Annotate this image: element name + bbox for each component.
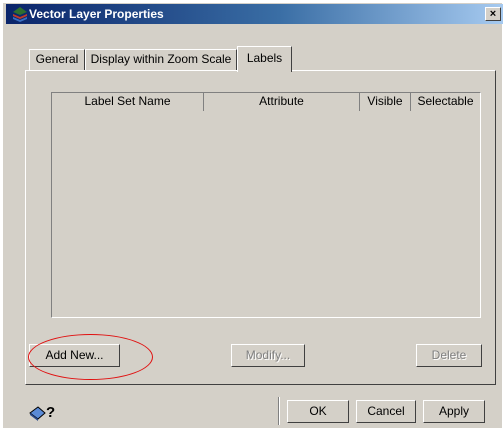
ok-button[interactable]: OK	[287, 400, 349, 423]
cancel-button[interactable]: Cancel	[356, 400, 416, 423]
tab-labels[interactable]: Labels	[237, 46, 292, 72]
label-sets-list[interactable]: Label Set Name Attribute Visible Selecta…	[51, 92, 481, 318]
svg-text:?: ?	[46, 404, 55, 421]
tab-general[interactable]: General	[29, 49, 85, 70]
dialog-window: Vector Layer Properties × General Displa…	[2, 2, 503, 428]
column-header-selectable[interactable]: Selectable	[411, 93, 480, 111]
column-header-visible[interactable]: Visible	[360, 93, 411, 111]
title-bar[interactable]: Vector Layer Properties ×	[6, 4, 503, 24]
column-header-attribute[interactable]: Attribute	[204, 93, 360, 111]
footer-separator	[278, 397, 280, 425]
annotation-ellipse	[28, 334, 153, 380]
apply-button[interactable]: Apply	[423, 400, 485, 423]
tab-display-within-zoom-scale[interactable]: Display within Zoom Scale	[85, 49, 237, 70]
column-header-label-set-name[interactable]: Label Set Name	[52, 93, 204, 111]
close-button[interactable]: ×	[485, 7, 501, 21]
layers-app-icon	[13, 7, 27, 22]
help-icon[interactable]: ?	[27, 401, 57, 423]
delete-button[interactable]: Delete	[416, 344, 482, 367]
modify-button[interactable]: Modify...	[231, 344, 305, 367]
window-title: Vector Layer Properties	[29, 7, 164, 21]
